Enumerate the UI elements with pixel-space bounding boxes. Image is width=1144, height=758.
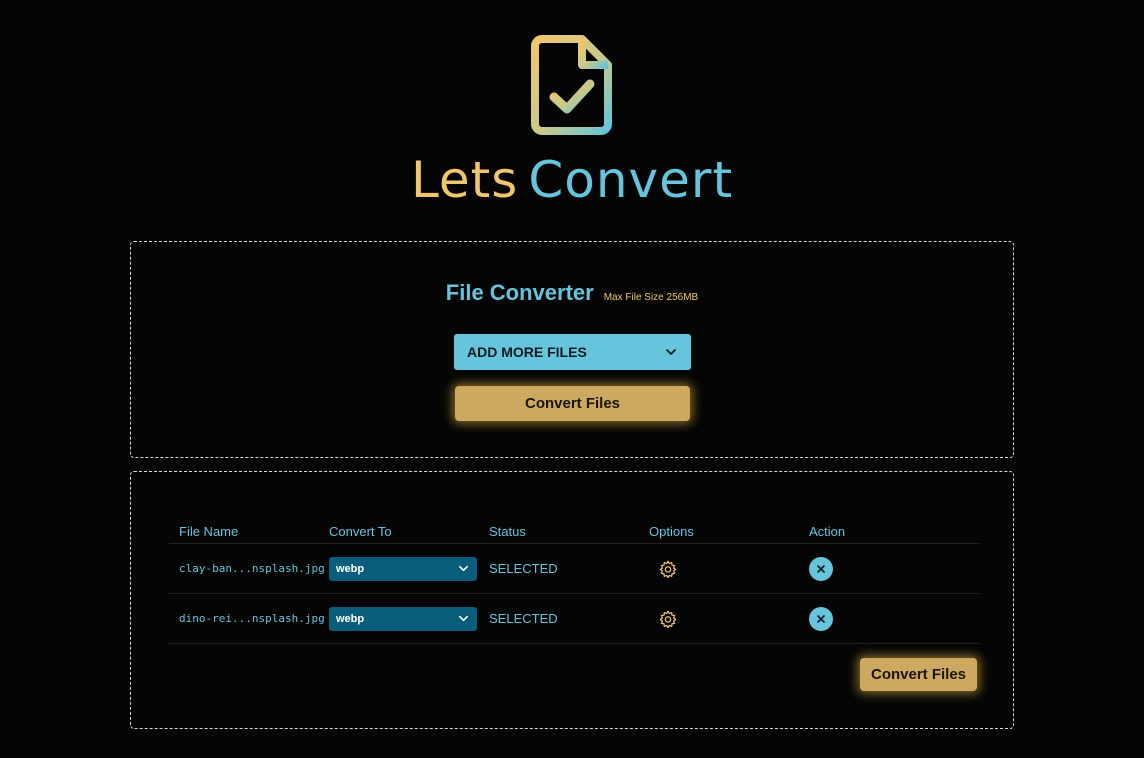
add-more-files-button[interactable]: ADD MORE FILES (454, 334, 691, 370)
gear-icon[interactable] (659, 560, 677, 578)
convert-files-button-bottom[interactable]: Convert Files (860, 658, 977, 691)
add-more-files-label: ADD MORE FILES (467, 344, 587, 360)
files-table: File Name Convert To Status Options Acti… (169, 520, 979, 644)
table-header: File Name Convert To Status Options Acti… (169, 520, 979, 544)
logo: Lets Convert (0, 34, 1144, 210)
chevron-down-icon (459, 615, 468, 622)
convert-files-button[interactable]: Convert Files (455, 386, 690, 421)
close-icon (817, 614, 825, 623)
brand-word-convert: Convert (528, 151, 734, 209)
page-title: File Converter (445, 280, 594, 305)
remove-file-button[interactable] (809, 606, 833, 631)
upload-panel: File Converter Max File Size 256MB ADD M… (130, 241, 1014, 458)
brand-title: Lets Convert (411, 150, 733, 210)
header-options: Options (649, 524, 694, 539)
convert-to-select[interactable]: webp (329, 606, 477, 631)
status-badge: SELECTED (489, 611, 558, 626)
files-panel: File Name Convert To Status Options Acti… (130, 471, 1014, 729)
remove-file-button[interactable] (809, 556, 833, 581)
status-badge: SELECTED (489, 561, 558, 576)
converter-header: File Converter Max File Size 256MB (131, 280, 1013, 306)
table-row: clay-ban...nsplash.jpg webp SELECTED (169, 544, 979, 594)
gear-icon[interactable] (659, 610, 677, 628)
header-action: Action (809, 524, 846, 539)
chevron-down-icon (666, 349, 676, 355)
chevron-down-icon (459, 565, 468, 572)
file-name: clay-ban...nsplash.jpg (179, 562, 325, 575)
header-file-name: File Name (179, 524, 239, 539)
convert-to-value: webp (336, 612, 365, 625)
close-icon (817, 564, 825, 573)
table-row: dino-rei...nsplash.jpg webp SELECTED (169, 594, 979, 644)
header-status: Status (489, 524, 526, 539)
file-name: dino-rei...nsplash.jpg (179, 612, 325, 625)
convert-to-select[interactable]: webp (329, 556, 477, 581)
brand-word-lets: Lets (410, 151, 519, 209)
header-convert-to: Convert To (329, 524, 392, 539)
max-file-size-note: Max File Size 256MB (603, 292, 699, 303)
document-check-icon (531, 35, 612, 135)
convert-to-value: webp (336, 562, 365, 575)
